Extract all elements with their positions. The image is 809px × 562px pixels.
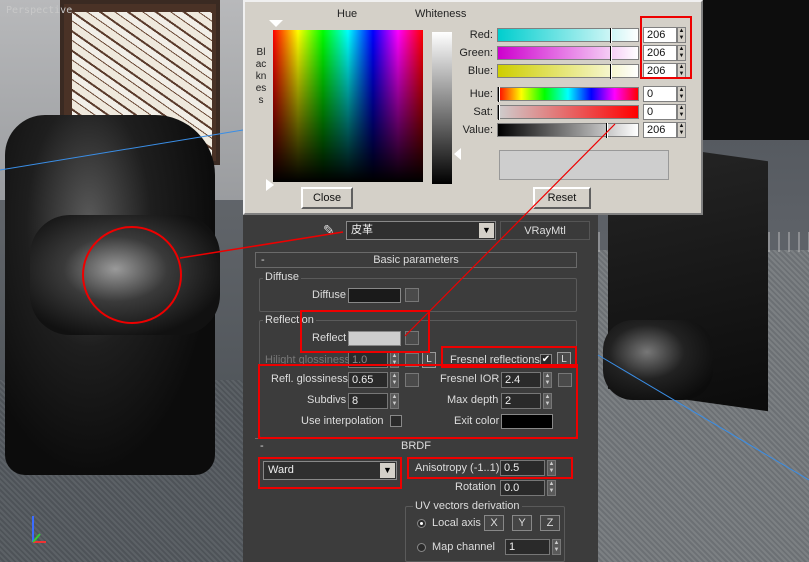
- chevron-down-icon[interactable]: ▼: [479, 223, 494, 238]
- slider-thumb[interactable]: [610, 46, 612, 61]
- color-row: Hue: 0 ▲ ▼: [455, 86, 686, 102]
- axis-gizmo-icon: [32, 516, 46, 543]
- rotation-label: Rotation: [455, 481, 496, 493]
- color-row: Value: 206 ▲ ▼: [455, 122, 686, 138]
- axis-x-button[interactable]: X: [484, 515, 504, 531]
- color-row-label: Green:: [459, 47, 493, 59]
- hue-marker-icon[interactable]: [269, 20, 283, 27]
- color-preview-swatch: [499, 150, 669, 180]
- slider-thumb[interactable]: [606, 123, 608, 138]
- uv-vectors-label: UV vectors derivation: [413, 500, 522, 512]
- color-slider[interactable]: [497, 123, 639, 138]
- fresnel-highlight-box: [441, 346, 577, 368]
- viewport-right-object: [698, 0, 809, 140]
- slider-thumb[interactable]: [498, 87, 500, 102]
- material-name: 皮革: [351, 224, 373, 236]
- color-value-field[interactable]: 0: [643, 104, 677, 120]
- reset-button[interactable]: Reset: [533, 187, 591, 209]
- diffuse-group-label: Diffuse: [263, 271, 302, 283]
- color-value-spinner[interactable]: ▲ ▼: [677, 86, 686, 102]
- whiteness-label: Whiteness: [415, 8, 467, 20]
- material-name-field[interactable]: 皮革 ▼: [346, 221, 496, 240]
- map-channel-radio[interactable]: [417, 543, 426, 552]
- brdf-type-highlight-box: [258, 457, 402, 489]
- color-picker-dialog: Hue Whiteness Blackness Red: 206 ▲ ▼ Green: 2…: [243, 0, 703, 215]
- blackness-text: Blackness: [255, 47, 267, 106]
- basic-parameters-rollout[interactable]: - Basic parameters: [255, 252, 577, 268]
- collapse-icon[interactable]: -: [261, 253, 265, 267]
- map-channel-spinner[interactable]: ▲ ▼: [552, 539, 561, 555]
- anisotropy-highlight-box: [407, 457, 573, 479]
- local-axis-label: Local axis: [432, 517, 481, 529]
- color-slider[interactable]: [497, 28, 639, 43]
- viewport-right-seat: [603, 320, 713, 400]
- slider-thumb[interactable]: [498, 105, 500, 120]
- eyedropper-icon[interactable]: ✎: [323, 222, 335, 239]
- blackness-label: Blackness: [255, 47, 267, 107]
- local-axis-radio[interactable]: [417, 519, 426, 528]
- color-value-spinner[interactable]: ▲ ▼: [677, 104, 686, 120]
- color-slider[interactable]: [497, 64, 639, 79]
- slider-thumb[interactable]: [610, 64, 612, 79]
- slider-thumb[interactable]: [610, 28, 612, 43]
- color-value-spinner[interactable]: ▲ ▼: [677, 122, 686, 138]
- material-selector-row: ✎ 皮革 ▼ VRayMtl: [243, 218, 598, 244]
- whiteness-marker-icon[interactable]: [454, 148, 461, 160]
- color-row-label: Value:: [462, 124, 493, 136]
- map-channel-field[interactable]: 1: [505, 539, 550, 555]
- axis-y-button[interactable]: Y: [512, 515, 532, 531]
- rgb-highlight-box: [640, 16, 692, 79]
- material-type-button[interactable]: VRayMtl: [500, 221, 590, 240]
- whiteness-bar[interactable]: [432, 32, 452, 184]
- rotation-spinner[interactable]: ▲ ▼: [547, 480, 556, 496]
- color-slider[interactable]: [497, 46, 639, 61]
- color-row-label: Red:: [469, 29, 493, 41]
- basic-parameters-title: Basic parameters: [373, 254, 459, 266]
- color-value-field[interactable]: 206: [643, 122, 677, 138]
- color-row-label: Hue:: [469, 88, 493, 100]
- color-row-label: Sat:: [473, 106, 493, 118]
- close-button[interactable]: Close: [301, 187, 353, 209]
- diffuse-color-swatch[interactable]: [348, 288, 401, 303]
- hue-label: Hue: [337, 8, 358, 20]
- blackness-marker-icon[interactable]: [266, 179, 274, 191]
- map-channel-label: Map channel: [432, 541, 495, 553]
- highlight-circle: [82, 226, 182, 324]
- hue-spectrum[interactable]: [273, 30, 423, 182]
- color-value-field[interactable]: 0: [643, 86, 677, 102]
- viewport-label[interactable]: Perspective: [6, 5, 72, 16]
- brdf-rollout[interactable]: - BRDF: [255, 438, 577, 454]
- reflect-highlight-box: [300, 310, 430, 353]
- diffuse-label: Diffuse: [312, 289, 347, 301]
- brdf-collapse-icon[interactable]: -: [260, 439, 264, 453]
- viewport-left[interactable]: Perspective: [0, 0, 243, 562]
- brdf-title: BRDF: [401, 440, 431, 452]
- axis-z-button[interactable]: Z: [540, 515, 560, 531]
- color-slider[interactable]: [497, 87, 639, 102]
- glossiness-highlight-box: [258, 364, 578, 439]
- color-row: Sat: 0 ▲ ▼: [455, 104, 686, 120]
- diffuse-map-button[interactable]: [405, 288, 419, 302]
- rotation-field[interactable]: 0.0: [500, 480, 545, 496]
- color-slider[interactable]: [497, 105, 639, 120]
- color-row-label: Blue:: [467, 65, 493, 77]
